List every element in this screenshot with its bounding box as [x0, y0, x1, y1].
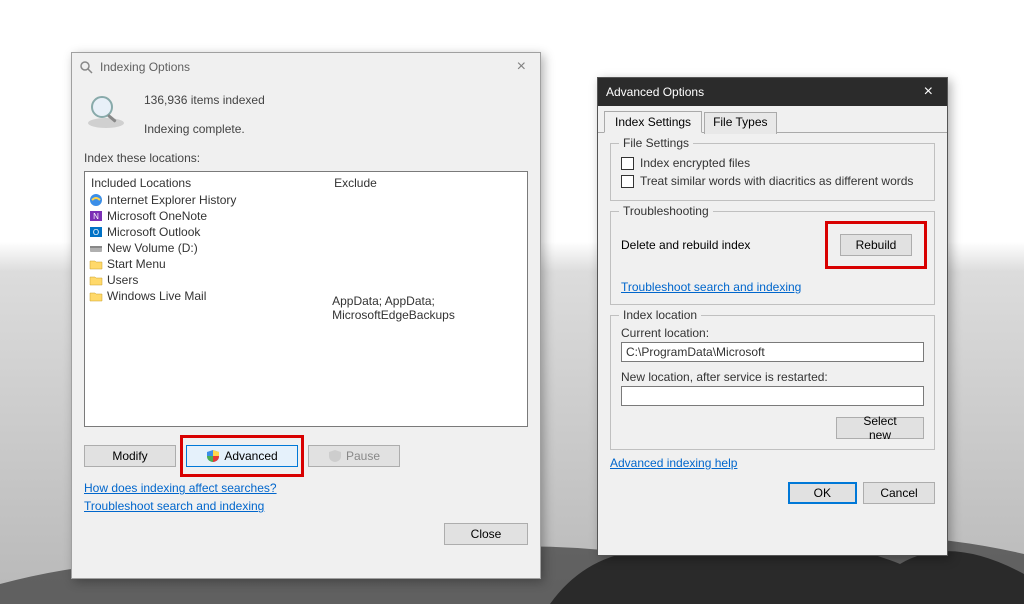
svg-text:N: N [93, 212, 99, 221]
title-bar[interactable]: Indexing Options × [72, 53, 540, 81]
tab-index-settings[interactable]: Index Settings [604, 111, 702, 133]
troubleshoot-link[interactable]: Troubleshoot search and indexing [621, 280, 801, 294]
exclude-text: AppData; AppData; MicrosoftEdgeBackups [332, 192, 523, 322]
tab-file-types[interactable]: File Types [704, 112, 776, 134]
list-item-label: Users [107, 273, 138, 287]
drive-icon [89, 241, 103, 255]
status-row: 136,936 items indexed Indexing complete. [72, 81, 540, 143]
current-location-label: Current location: [621, 326, 924, 342]
list-item[interactable]: Users [89, 272, 324, 288]
window-title: Advanced Options [606, 85, 918, 99]
advanced-button-label: Advanced [224, 449, 277, 463]
troubleshooting-group: Troubleshooting Delete and rebuild index… [610, 211, 935, 305]
checkbox-icon[interactable] [621, 157, 634, 170]
checkbox-label: Index encrypted files [640, 156, 750, 170]
magnifier-icon [84, 91, 128, 131]
folder-icon [89, 257, 103, 271]
locations-label: Index these locations: [72, 143, 540, 171]
list-item[interactable]: N Microsoft OneNote [89, 208, 324, 224]
index-location-group: Index location Current location: C:\Prog… [610, 315, 935, 450]
new-location-label: New location, after service is restarted… [621, 370, 924, 386]
folder-icon [89, 273, 103, 287]
modify-button[interactable]: Modify [84, 445, 176, 467]
group-legend: File Settings [619, 136, 693, 150]
pause-button-label: Pause [346, 449, 380, 463]
exclude-header: Exclude [332, 174, 523, 192]
advanced-options-dialog: Advanced Options × Index Settings File T… [597, 77, 948, 556]
rebuild-highlight: Rebuild [828, 224, 924, 266]
delete-rebuild-label: Delete and rebuild index [621, 238, 750, 252]
current-location-field[interactable]: C:\ProgramData\Microsoft [621, 342, 924, 362]
checkbox-icon[interactable] [621, 175, 634, 188]
svg-text:O: O [93, 228, 99, 237]
encrypted-checkbox-row[interactable]: Index encrypted files [621, 154, 924, 172]
ie-icon [89, 193, 103, 207]
troubleshoot-link[interactable]: Troubleshoot search and indexing [72, 497, 276, 515]
group-legend: Troubleshooting [619, 204, 713, 218]
new-location-field[interactable] [621, 386, 924, 406]
close-icon[interactable]: × [918, 83, 939, 101]
diacritics-checkbox-row[interactable]: Treat similar words with diacritics as d… [621, 172, 924, 190]
tab-strip: Index Settings File Types [598, 106, 947, 133]
status-text: Indexing complete. [144, 120, 265, 139]
items-indexed-text: 136,936 items indexed [144, 91, 265, 110]
indexing-affect-link[interactable]: How does indexing affect searches? [72, 479, 289, 497]
list-item[interactable]: Start Menu [89, 256, 324, 272]
locations-listbox[interactable]: Included Locations Internet Explorer His… [84, 171, 528, 427]
list-item-label: New Volume (D:) [107, 241, 198, 255]
outlook-icon: O [89, 225, 103, 239]
select-new-button[interactable]: Select new [836, 417, 924, 439]
list-item-label: Microsoft OneNote [107, 209, 207, 223]
list-item-label: Microsoft Outlook [107, 225, 200, 239]
included-header: Included Locations [89, 174, 324, 192]
cancel-button[interactable]: Cancel [863, 482, 935, 504]
list-item[interactable]: Internet Explorer History [89, 192, 324, 208]
close-button[interactable]: Close [444, 523, 528, 545]
list-item-label: Windows Live Mail [107, 289, 206, 303]
list-item-label: Internet Explorer History [107, 193, 236, 207]
group-legend: Index location [619, 308, 701, 322]
window-title: Indexing Options [100, 60, 509, 74]
list-item[interactable]: O Microsoft Outlook [89, 224, 324, 240]
file-settings-group: File Settings Index encrypted files Trea… [610, 143, 935, 201]
indexing-options-dialog: Indexing Options × 136,936 items indexed… [71, 52, 541, 579]
advanced-button[interactable]: Advanced [186, 445, 298, 467]
list-item-label: Start Menu [107, 257, 166, 271]
advanced-highlight: Advanced [182, 437, 302, 475]
folder-icon [89, 289, 103, 303]
advanced-help-link[interactable]: Advanced indexing help [598, 454, 749, 472]
list-item[interactable]: New Volume (D:) [89, 240, 324, 256]
pause-button: Pause [308, 445, 400, 467]
rebuild-button[interactable]: Rebuild [840, 234, 912, 256]
indexing-icon [78, 59, 94, 75]
shield-icon [206, 449, 220, 463]
list-item[interactable]: Windows Live Mail [89, 288, 324, 304]
onenote-icon: N [89, 209, 103, 223]
shield-icon [328, 449, 342, 463]
checkbox-label: Treat similar words with diacritics as d… [640, 174, 913, 188]
title-bar[interactable]: Advanced Options × [598, 78, 947, 106]
ok-button[interactable]: OK [788, 482, 857, 504]
close-icon[interactable]: × [509, 58, 534, 76]
